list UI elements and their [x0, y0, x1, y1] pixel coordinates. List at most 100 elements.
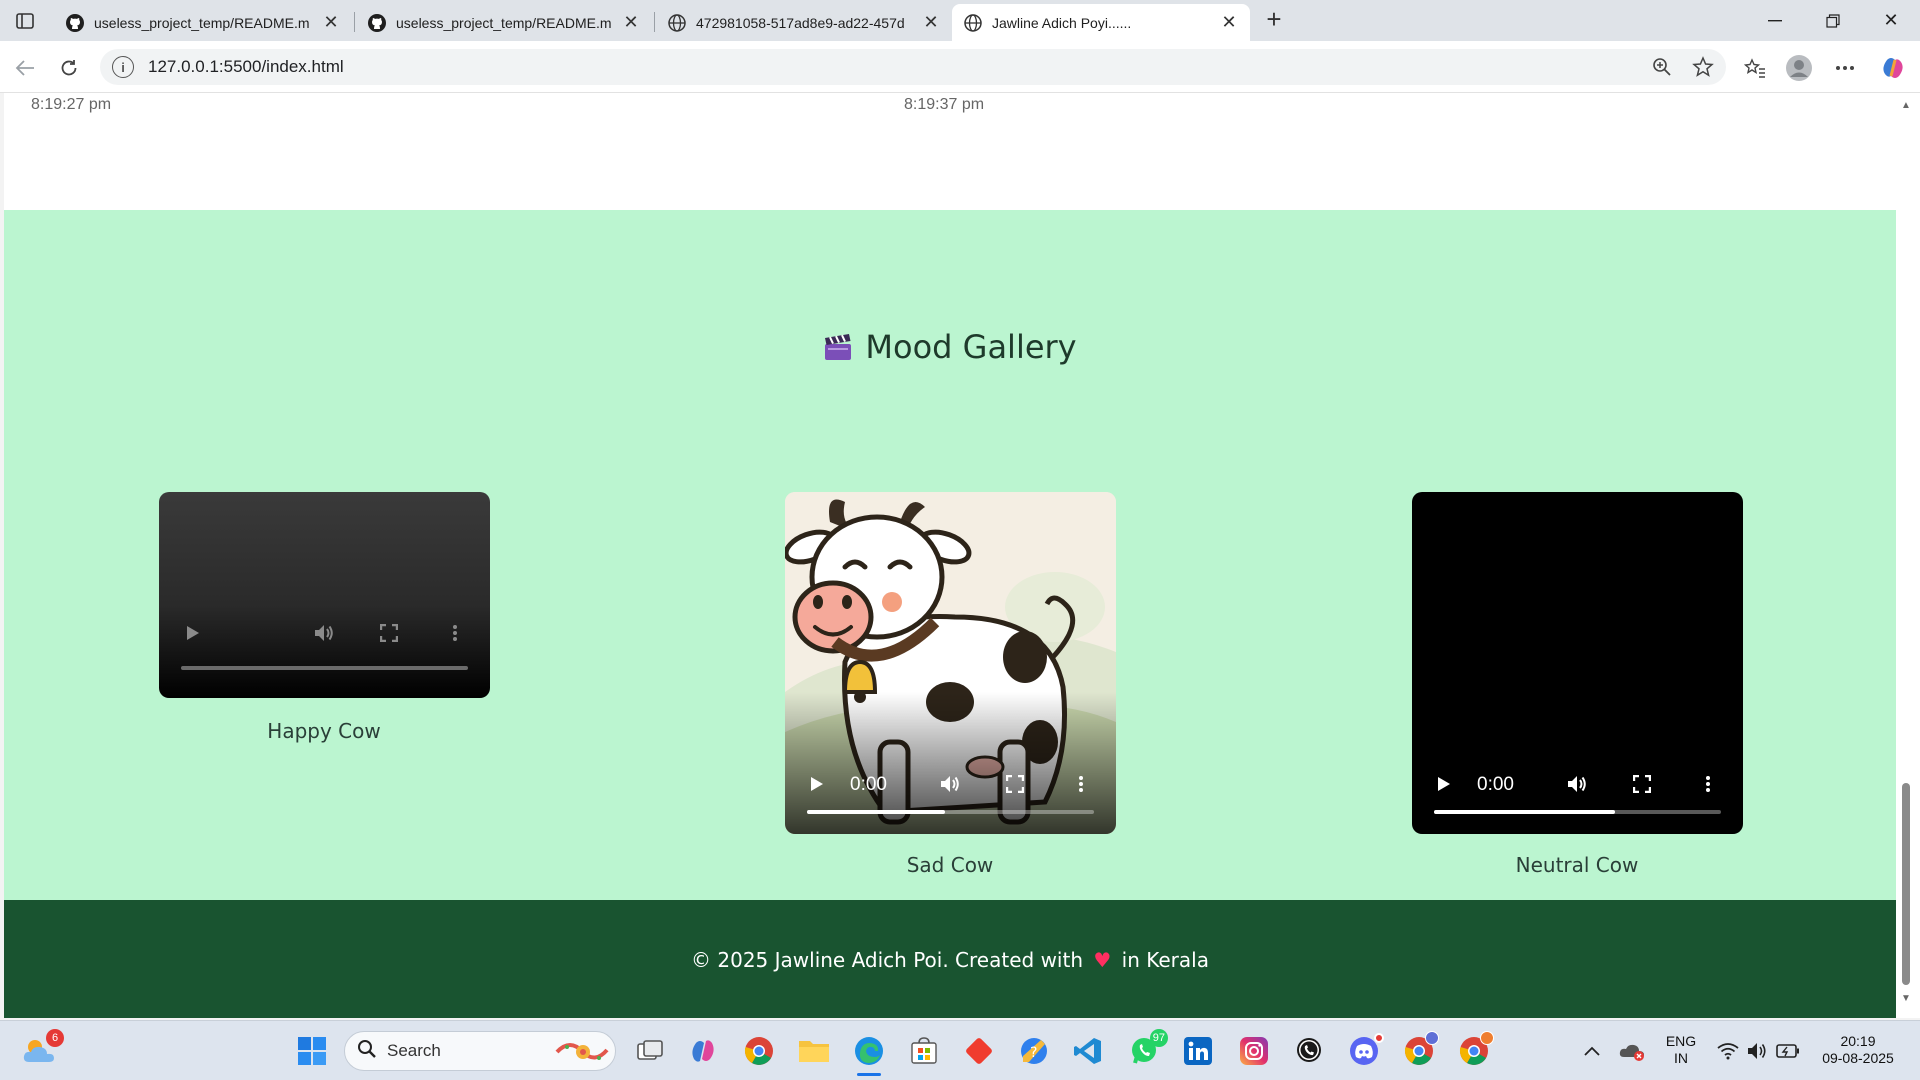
timestamp: 8:19:27 pm [31, 96, 112, 113]
task-view-icon[interactable] [630, 1031, 670, 1071]
notification-dot [1374, 1033, 1384, 1043]
fullscreen-icon[interactable] [1003, 772, 1027, 796]
edge-browser-icon[interactable] [849, 1031, 889, 1076]
new-tab-button[interactable]: + [1260, 6, 1288, 34]
tab-divider [654, 12, 655, 32]
history-section: 8:19:27 pm 8:19:37 pm [4, 93, 1896, 210]
copilot-app-icon[interactable] [683, 1031, 723, 1071]
scroll-down-arrow-icon[interactable]: ▼ [1900, 993, 1912, 1005]
linkedin-icon[interactable] [1178, 1031, 1218, 1071]
onedrive-icon[interactable] [1612, 1031, 1652, 1071]
video-progress-fill [807, 810, 945, 814]
tab-title: 472981058-517ad8e9-ad22-457d [696, 14, 905, 31]
video-happy-cow[interactable] [159, 492, 490, 698]
video-progress-track[interactable] [807, 810, 1094, 814]
volume-icon[interactable] [311, 621, 337, 645]
video-controls: 0:00 [785, 754, 1116, 834]
gallery-title-text: Mood Gallery [865, 328, 1077, 366]
scrollbar-thumb[interactable] [1902, 783, 1910, 985]
close-window-button[interactable]: ✕ [1862, 0, 1920, 41]
address-bar[interactable]: i 127.0.0.1:5500/index.html [100, 49, 1726, 85]
profile-avatar-icon[interactable] [1784, 53, 1814, 83]
timestamp: 8:19:37 pm [904, 96, 985, 113]
volume-icon[interactable] [1564, 772, 1590, 796]
help-app-icon[interactable]: ? [1014, 1031, 1054, 1071]
close-icon[interactable]: ✕ [320, 12, 342, 34]
whatsapp-business-icon[interactable]: 97 [1124, 1029, 1168, 1071]
zoom-icon[interactable] [1647, 52, 1677, 82]
chevron-up-icon[interactable] [1572, 1031, 1612, 1071]
discord-icon[interactable] [1344, 1031, 1384, 1071]
more-options-icon[interactable] [1696, 772, 1720, 796]
video-neutral-cow[interactable]: 0:00 [1412, 492, 1743, 834]
tab-divider [354, 12, 355, 32]
video-sad-cow[interactable]: 0:00 [785, 492, 1116, 834]
git-app-icon[interactable] [959, 1031, 999, 1071]
tab-actions-icon[interactable] [8, 8, 42, 34]
site-info-icon[interactable]: i [112, 56, 134, 78]
language-indicator[interactable]: ENG IN [1662, 1033, 1700, 1067]
video-progress-track[interactable] [1434, 810, 1721, 814]
back-arrow-icon[interactable] [10, 53, 40, 83]
footer-prefix: © 2025 Jawline Adich Poi. Created with [691, 948, 1083, 972]
play-icon[interactable] [805, 772, 829, 796]
github-icon [64, 12, 86, 34]
volume-icon[interactable] [937, 772, 963, 796]
close-icon[interactable]: ✕ [1218, 12, 1240, 34]
video-progress-track[interactable] [181, 666, 468, 670]
active-app-indicator [857, 1073, 881, 1076]
video-label: Happy Cow [267, 719, 381, 743]
tab-readme-2[interactable]: useless_project_temp/README.m ✕ [356, 4, 652, 41]
restore-button[interactable] [1804, 0, 1862, 41]
close-icon[interactable]: ✕ [620, 12, 642, 34]
play-icon[interactable] [181, 621, 205, 645]
refresh-icon[interactable] [54, 53, 84, 83]
video-time: 0:00 [850, 774, 887, 795]
copilot-icon[interactable] [1878, 53, 1908, 83]
tab-readme-1[interactable]: useless_project_temp/README.m ✕ [54, 4, 352, 41]
close-icon[interactable]: ✕ [920, 12, 942, 34]
footer-suffix: in Kerala [1121, 948, 1209, 972]
gallery-title: Mood Gallery [4, 328, 1896, 366]
url-text: 127.0.0.1:5500/index.html [148, 57, 344, 76]
weather-widget-icon[interactable]: 6 [20, 1029, 64, 1071]
svg-text:?: ? [1030, 1045, 1037, 1061]
whatsapp-badge: 97 [1149, 1029, 1168, 1047]
fullscreen-icon[interactable] [377, 621, 401, 645]
page-footer: © 2025 Jawline Adich Poi. Created with ♥… [4, 900, 1896, 1018]
favorite-star-icon[interactable] [1688, 52, 1718, 82]
play-icon[interactable] [1432, 772, 1456, 796]
search-placeholder: Search [387, 1041, 441, 1060]
microsoft-store-icon[interactable] [904, 1031, 944, 1071]
more-menu-icon[interactable] [1830, 53, 1860, 83]
github-icon [366, 12, 388, 34]
windows-start-icon[interactable] [292, 1031, 332, 1071]
tab-image[interactable]: 472981058-517ad8e9-ad22-457d ✕ [656, 4, 952, 41]
browser-toolbar: i 127.0.0.1:5500/index.html [0, 41, 1920, 93]
instagram-icon[interactable] [1234, 1031, 1274, 1071]
battery-icon[interactable] [1768, 1031, 1808, 1071]
tab-jawline-active[interactable]: Jawline Adich Poyi...... ✕ [952, 4, 1250, 41]
region-text: IN [1674, 1050, 1688, 1066]
vscode-icon[interactable] [1068, 1031, 1108, 1071]
language-text: ENG [1665, 1033, 1697, 1049]
video-label: Sad Cow [906, 853, 994, 877]
fullscreen-icon[interactable] [1630, 772, 1654, 796]
chrome-icon[interactable] [739, 1031, 779, 1071]
footer-text: © 2025 Jawline Adich Poi. Created with ♥… [4, 948, 1896, 972]
file-explorer-icon[interactable] [794, 1031, 834, 1071]
video-time: 0:00 [1477, 774, 1514, 795]
minimize-button[interactable] [1746, 0, 1804, 41]
more-options-icon[interactable] [1069, 772, 1093, 796]
chrome-profile-icon[interactable] [1454, 1031, 1494, 1071]
clock[interactable]: 20:19 09-08-2025 [1812, 1033, 1904, 1067]
tab-title: useless_project_temp/README.m [396, 14, 612, 31]
chrome-profile-icon[interactable] [1399, 1031, 1439, 1071]
tab-title: Jawline Adich Poyi...... [992, 14, 1132, 31]
favorites-icon[interactable] [1740, 53, 1770, 83]
taskbar-search-input[interactable]: Search [344, 1031, 616, 1071]
whatsapp-icon[interactable] [1289, 1031, 1329, 1071]
scroll-up-arrow-icon[interactable]: ▲ [1900, 100, 1912, 112]
more-options-icon[interactable] [443, 621, 467, 645]
clock-date: 09-08-2025 [1822, 1050, 1894, 1066]
